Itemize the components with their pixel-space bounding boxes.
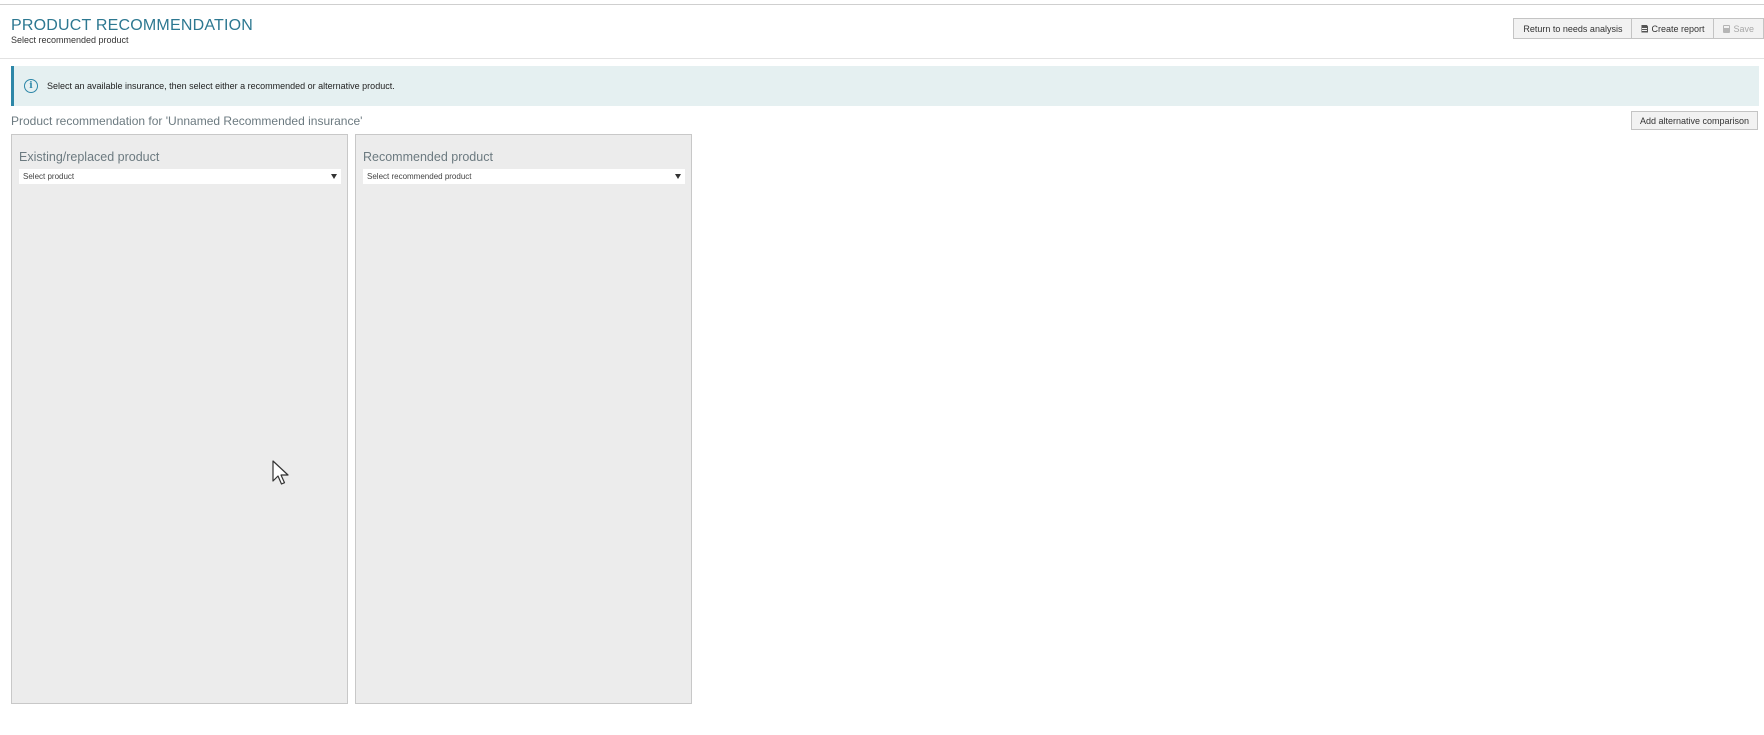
create-report-button[interactable]: Create report [1632, 18, 1715, 39]
page-header: PRODUCT RECOMMENDATION Select recommende… [0, 5, 1764, 59]
chevron-down-icon [331, 174, 337, 179]
mouse-cursor-icon [272, 460, 289, 485]
save-button[interactable]: Save [1714, 18, 1764, 39]
page-title: PRODUCT RECOMMENDATION [11, 17, 254, 34]
toolbar: Return to needs analysis Create report S… [1513, 18, 1764, 39]
existing-product-select-value: Select product [23, 172, 75, 181]
recommended-product-select-value: Select recommended product [367, 172, 472, 181]
save-label: Save [1733, 23, 1754, 34]
recommended-product-title: Recommended product [363, 150, 493, 164]
document-icon [1641, 24, 1649, 33]
info-banner-text: Select an available insurance, then sele… [47, 81, 395, 91]
return-to-needs-analysis-button[interactable]: Return to needs analysis [1513, 18, 1633, 39]
floppy-disk-icon [1723, 24, 1731, 33]
info-banner: i Select an available insurance, then se… [11, 66, 1759, 106]
return-button-label: Return to needs analysis [1523, 23, 1623, 34]
recommended-product-select[interactable]: Select recommended product [363, 169, 685, 184]
info-icon: i [24, 79, 38, 93]
section-title: Product recommendation for 'Unnamed Reco… [11, 114, 363, 128]
existing-product-select[interactable]: Select product [19, 169, 341, 184]
create-report-label: Create report [1651, 23, 1705, 34]
existing-product-title: Existing/replaced product [19, 150, 160, 164]
existing-product-panel: Existing/replaced product Select product [11, 134, 348, 704]
chevron-down-icon [675, 174, 681, 179]
page-subtitle: Select recommended product [11, 35, 129, 45]
add-alternative-comparison-button[interactable]: Add alternative comparison [1630, 111, 1758, 130]
recommended-product-panel: Recommended product Select recommended p… [355, 134, 692, 704]
